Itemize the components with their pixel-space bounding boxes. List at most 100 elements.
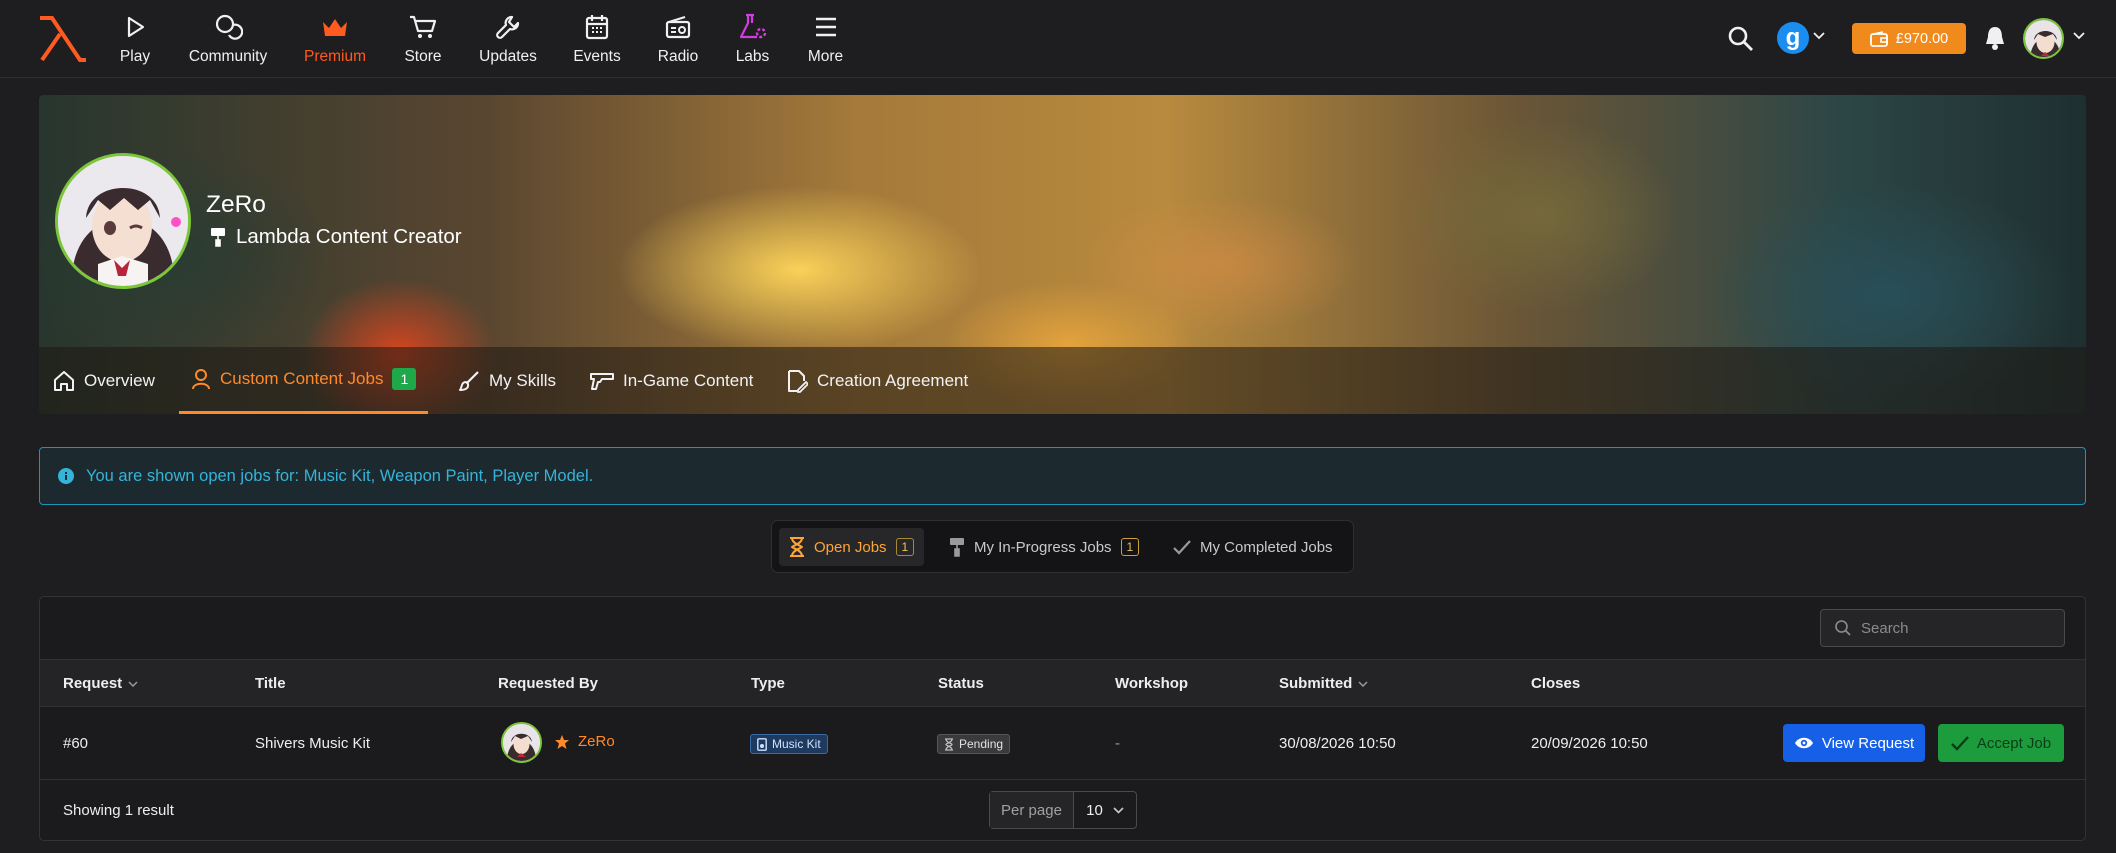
nav-events-label: Events	[573, 48, 621, 65]
tab-in-progress-jobs-label: My In-Progress Jobs	[974, 538, 1112, 556]
nav-premium[interactable]: Premium	[304, 12, 366, 68]
calendar-icon	[582, 12, 612, 42]
tab-open-jobs-label: Open Jobs	[814, 538, 887, 556]
chevron-down-icon[interactable]	[2073, 32, 2085, 40]
column-submitted-label: Submitted	[1279, 675, 1353, 692]
check-icon	[1173, 540, 1191, 555]
per-page-select[interactable]: Per page 10	[989, 791, 1137, 829]
gmod-game-switcher[interactable]: g	[1777, 22, 1809, 54]
user-icon	[192, 369, 210, 390]
job-filter-tabs: Open Jobs 1 My In-Progress Jobs 1 My Com…	[771, 520, 1354, 573]
profile-role: Lambda Content Creator	[210, 225, 462, 249]
tab-creation-agreement[interactable]: Creation Agreement	[786, 347, 968, 414]
column-title-label: Title	[255, 675, 286, 692]
info-alert-text: You are shown open jobs for: Music Kit, …	[86, 466, 594, 485]
column-submitted[interactable]: Submitted	[1279, 675, 1368, 692]
home-icon	[54, 370, 74, 391]
table-header: Request Title Requested By Type Status W…	[40, 659, 2085, 707]
column-workshop: Workshop	[1115, 675, 1188, 692]
nav-community[interactable]: Community	[188, 12, 268, 68]
eye-icon	[1794, 737, 1813, 749]
jobs-table-card: Search Request Title Requested By Type S…	[39, 596, 2086, 841]
star-icon	[555, 734, 569, 749]
cell-submitted: 30/08/2026 10:50	[1279, 735, 1396, 752]
per-page-value-label: 10	[1086, 801, 1103, 819]
check-icon	[1951, 736, 1969, 751]
cell-title: Shivers Music Kit	[255, 735, 371, 752]
accept-job-label: Accept Job	[1976, 734, 2052, 752]
column-request-label: Request	[63, 675, 123, 692]
table-row: #60 Shivers Music Kit ZeRo Music Kit Pen…	[40, 707, 2085, 780]
column-status-label: Status	[938, 675, 984, 692]
open-jobs-count: 1	[895, 538, 915, 556]
requester-link[interactable]: ZeRo	[554, 733, 615, 750]
tab-in-game-content-label: In-Game Content	[623, 370, 754, 390]
profile-tabs: Overview Custom Content Jobs 1 My Skills…	[39, 347, 2086, 414]
nav-updates[interactable]: Updates	[479, 12, 537, 68]
tab-in-progress-jobs[interactable]: My In-Progress Jobs 1	[949, 528, 1140, 566]
column-closes: Closes	[1531, 675, 1580, 692]
info-icon	[58, 468, 74, 484]
search-icon[interactable]	[1726, 24, 1756, 54]
tab-overview-label: Overview	[84, 370, 155, 390]
tab-custom-content-jobs-label: Custom Content Jobs	[220, 369, 384, 388]
status-badge: Pending	[937, 734, 1011, 754]
nav-labs-label: Labs	[735, 48, 770, 65]
bell-icon[interactable]	[1984, 25, 2006, 51]
tab-completed-jobs[interactable]: My Completed Jobs	[1173, 528, 1333, 566]
jobs-count-badge: 1	[392, 368, 417, 390]
column-requested-by: Requested By	[498, 675, 598, 692]
nav-more[interactable]: More	[807, 12, 844, 68]
cart-icon	[408, 12, 438, 42]
brush-icon	[459, 370, 479, 391]
user-avatar[interactable]	[2023, 18, 2064, 59]
gun-icon	[590, 372, 614, 390]
requester-avatar[interactable]	[501, 722, 542, 763]
nav-labs[interactable]: Labs	[735, 12, 770, 68]
tab-overview[interactable]: Overview	[53, 347, 155, 414]
tab-my-skills[interactable]: My Skills	[458, 347, 556, 414]
tab-open-jobs[interactable]: Open Jobs 1	[779, 528, 925, 566]
per-page-label: Per page	[990, 792, 1074, 828]
balance-button[interactable]: £970.00	[1852, 23, 1966, 54]
nav-radio[interactable]: Radio	[657, 12, 699, 68]
tab-in-game-content[interactable]: In-Game Content	[590, 347, 753, 414]
view-request-button[interactable]: View Request	[1783, 724, 1925, 762]
type-badge-label: Music Kit	[772, 737, 821, 751]
lambda-logo-icon[interactable]	[36, 14, 88, 64]
accept-job-button[interactable]: Accept Job	[1938, 724, 2064, 762]
nav-community-label: Community	[188, 48, 268, 65]
search-placeholder: Search	[1861, 619, 1909, 637]
top-navbar: Play Community Premium Store Updates Eve…	[0, 0, 2116, 78]
column-request[interactable]: Request	[63, 675, 138, 692]
community-icon	[213, 12, 243, 42]
wrench-icon	[493, 12, 523, 42]
tab-completed-jobs-label: My Completed Jobs	[1200, 538, 1333, 556]
chevron-down-icon	[1113, 806, 1124, 814]
chevron-down-icon	[128, 680, 138, 687]
nav-play-label: Play	[119, 48, 151, 65]
column-workshop-label: Workshop	[1115, 675, 1189, 692]
nav-radio-label: Radio	[657, 48, 699, 65]
nav-store-label: Store	[404, 48, 442, 65]
column-status: Status	[938, 675, 984, 692]
nav-play[interactable]: Play	[120, 12, 150, 68]
tab-custom-content-jobs[interactable]: Custom Content Jobs 1	[179, 347, 429, 414]
play-icon	[120, 12, 150, 42]
info-alert: You are shown open jobs for: Music Kit, …	[39, 447, 2086, 505]
results-count: Showing 1 result	[63, 802, 174, 819]
in-progress-jobs-count: 1	[1120, 538, 1140, 556]
per-page-value[interactable]: 10	[1074, 792, 1136, 828]
chevron-down-icon[interactable]	[1813, 32, 1825, 40]
profile-banner: ZeRo Lambda Content Creator Overview Cus…	[39, 95, 2086, 414]
nav-store[interactable]: Store	[404, 12, 442, 68]
paint-roller-icon	[950, 538, 964, 557]
radio-icon	[663, 12, 693, 42]
nav-updates-label: Updates	[479, 48, 537, 65]
nav-events[interactable]: Events	[573, 12, 621, 68]
type-badge: Music Kit	[750, 734, 828, 754]
profile-role-label: Lambda Content Creator	[236, 225, 462, 248]
cell-request-id: #60	[63, 735, 89, 752]
music-player-icon	[757, 737, 767, 751]
search-input[interactable]: Search	[1820, 609, 2065, 647]
